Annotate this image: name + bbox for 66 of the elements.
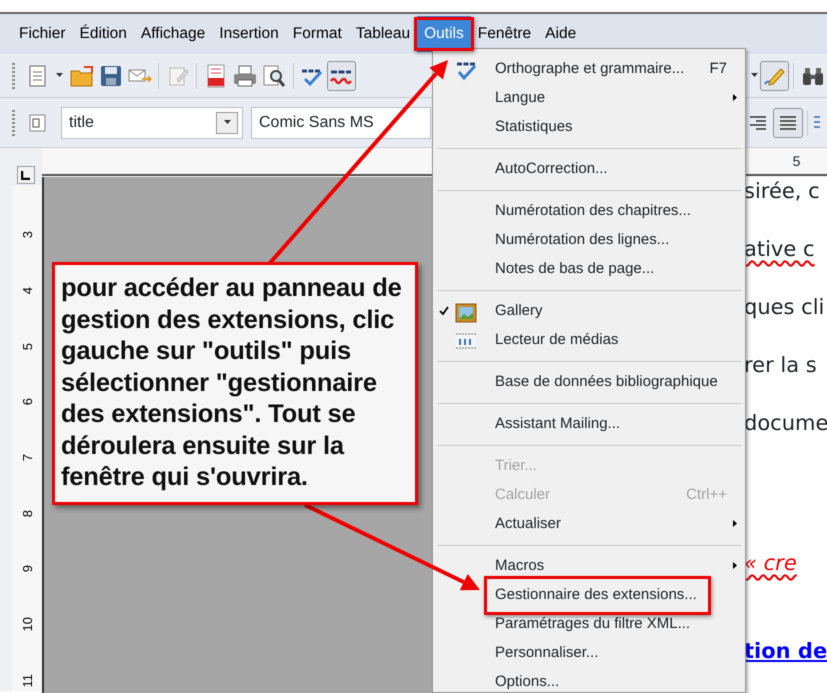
paragraph-style-icon — [28, 112, 48, 132]
auto-spellcheck-button[interactable] — [326, 60, 356, 90]
edit-document-icon — [166, 64, 189, 86]
menu-item[interactable]: Format — [286, 16, 349, 52]
printer-icon — [233, 64, 258, 86]
film-strip-icon — [455, 330, 477, 350]
menu-item[interactable]: Numérotation des chapitres... — [495, 200, 691, 223]
ruler-number: 11 — [20, 674, 34, 688]
ruler-number: 9 — [20, 565, 34, 573]
folder-icon — [70, 64, 94, 86]
menu-item[interactable]: Lecteur de médias — [495, 329, 618, 352]
menu-item[interactable]: Assistant Mailing... — [495, 413, 620, 436]
menu-item[interactable]: Édition — [72, 16, 134, 52]
menu-item[interactable]: Insertion — [212, 16, 286, 52]
document-text: rer la s — [744, 353, 817, 377]
ruler-number: 5 — [792, 152, 800, 170]
ruler-number: 10 — [20, 617, 34, 632]
align-right-icon — [750, 116, 766, 130]
menu-item[interactable]: Affichage — [134, 16, 212, 52]
draw-functions-button[interactable] — [760, 60, 790, 90]
document-text: ques cli — [744, 295, 824, 319]
document-text: sirée, c — [744, 179, 820, 203]
document-text: docume — [744, 411, 827, 435]
document-text: ative c — [744, 237, 815, 261]
picture-frame-icon — [455, 300, 477, 322]
menu-item[interactable]: Tableau — [348, 16, 418, 52]
menu-item[interactable]: Actualiser — [495, 513, 561, 536]
ruler-number: 6 — [20, 398, 34, 406]
justify-button[interactable] — [773, 108, 803, 138]
menu-item[interactable]: Options... — [495, 671, 560, 692]
menu-item[interactable]: Personnaliser... — [495, 642, 598, 665]
envelope-icon — [128, 66, 152, 84]
tab-stop-button[interactable] — [17, 166, 35, 184]
menu-item[interactable]: AutoCorrection... — [495, 158, 608, 181]
preview-icon — [262, 64, 286, 88]
font-name-field[interactable]: Comic Sans MS — [251, 106, 431, 138]
shortcut-text: Ctrl++ — [686, 485, 727, 506]
menu-item[interactable]: Statistiques — [495, 116, 573, 139]
menu-item[interactable]: Paramétrages du filtre XML... — [495, 613, 690, 636]
shortcut-text: F7 — [709, 59, 727, 80]
menu-item[interactable]: Orthographe et grammaire... — [495, 58, 684, 81]
pdf-icon — [206, 64, 226, 88]
ruler-number: 4 — [20, 286, 34, 294]
paragraph-style-field[interactable]: title — [61, 106, 243, 138]
tab-left-icon — [21, 171, 30, 180]
menu-item[interactable]: Langue — [495, 87, 546, 110]
ruler-number: 7 — [20, 454, 34, 462]
justify-icon — [778, 114, 798, 130]
ruler-number: 8 — [20, 510, 34, 517]
ruler-number: 3 — [20, 231, 34, 238]
menu-item[interactable]: Base de données bibliographique — [495, 371, 718, 394]
menu-item[interactable]: Fichier — [12, 16, 73, 52]
caret-icon — [56, 72, 64, 78]
menu-item[interactable]: Fenêtre — [470, 16, 538, 52]
ruler-number: 5 — [20, 342, 34, 350]
menu-item[interactable]: Aide — [538, 16, 584, 52]
menu-item[interactable]: Numérotation des lignes... — [495, 229, 670, 252]
document-text: « cre — [744, 551, 797, 575]
caret-icon — [750, 72, 758, 78]
menu-item[interactable]: Gallery — [495, 300, 543, 323]
dropdown-caret-icon — [224, 120, 230, 125]
callout-text: pour accéder au panneau de gestion des extensions, clic gauche sur "outils" puis sélectionner "gestionnaire des extensions". Tout se déroulera ensuite sur la fenêtre qui s'ouvrira. — [52, 262, 418, 505]
highlight-frame — [414, 16, 474, 52]
menu-item[interactable]: Gestionnaire des extensions... — [495, 584, 697, 607]
menu-item[interactable]: Notes de bas de page... — [495, 258, 654, 281]
menu-item[interactable]: Macros — [495, 555, 544, 578]
